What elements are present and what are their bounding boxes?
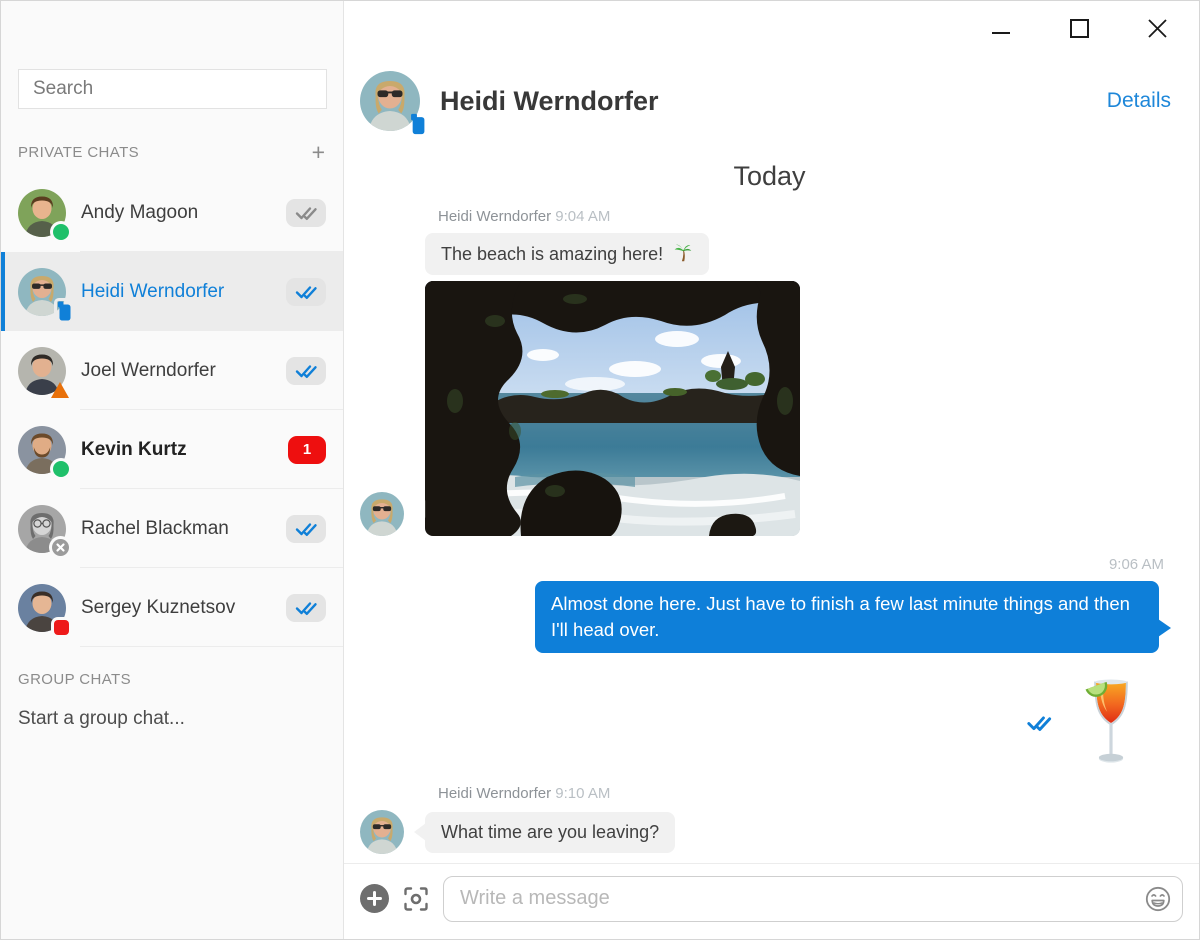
read-receipt-badge [286,278,326,306]
sidebar-item-heidi-werndorfer[interactable]: Heidi Werndorfer [1,252,343,331]
search-input[interactable] [18,69,327,109]
message-meta: Heidi Werndorfer 9:04 AM [438,208,1179,225]
avatar [360,492,404,536]
message-input[interactable] [443,876,1183,922]
avatar [18,189,66,237]
double-check-icon [295,363,318,379]
outgoing-emoji-message [360,675,1179,771]
status-offline-icon [52,539,69,556]
beach-photo [425,281,800,536]
message-sender: Heidi Werndorfer [438,785,551,802]
message-sender: Heidi Werndorfer [438,208,551,225]
date-separator: Today [360,161,1179,192]
bubble-tail [414,823,426,841]
contact-name: Kevin Kurtz [81,439,288,461]
delivered-receipt-badge [286,199,326,227]
status-away-icon [51,382,69,398]
message-meta: Heidi Werndorfer 9:10 AM [438,785,1179,802]
app-window: PRIVATE CHATS + Andy Magoon [0,0,1200,940]
incoming-message: What time are you leaving? [360,810,1179,854]
bubble-tail [1158,619,1171,637]
emoji-picker-button[interactable] [1144,885,1172,913]
chat-list: Andy Magoon [1,173,343,647]
private-chats-label: PRIVATE CHATS [18,144,139,161]
avatar [18,268,66,316]
close-button[interactable] [1146,17,1168,39]
avatar [18,347,66,395]
message-time: 9:06 AM [360,556,1179,573]
minimize-button[interactable] [990,17,1012,39]
add-chat-button[interactable]: + [312,143,325,161]
avatar [360,810,404,854]
palm-tree-emoji [672,242,693,263]
bubble-tail [425,500,426,518]
group-chats-header: GROUP CHATS [18,671,326,688]
sidebar-item-andy-magoon[interactable]: Andy Magoon [1,173,343,252]
tropical-drink-emoji [1083,675,1139,771]
private-chats-header: PRIVATE CHATS + [18,143,325,161]
contact-name: Heidi Werndorfer [81,281,286,303]
add-attachment-button[interactable] [360,884,389,913]
window-controls [990,15,1168,41]
camera-capture-icon [402,885,430,913]
read-receipt-badge [286,594,326,622]
composer [344,863,1199,939]
close-icon [1147,18,1168,39]
sidebar-item-rachel-blackman[interactable]: Rachel Blackman [1,489,343,568]
incoming-image-message [360,281,1179,536]
avatar [18,426,66,474]
avatar [18,584,66,632]
incoming-message-bubble: What time are you leaving? [425,812,675,853]
double-check-icon [295,284,318,300]
start-group-chat-link[interactable]: Start a group chat... [18,708,326,730]
capture-button[interactable] [401,884,431,914]
sidebar-item-sergey-kuznetsov[interactable]: Sergey Kuznetsov [1,568,343,647]
incoming-message-bubble: The beach is amazing here! [425,233,709,275]
read-receipt-badge [286,515,326,543]
chat-avatar[interactable] [360,71,420,131]
contact-name: Sergey Kuznetsov [81,597,286,619]
plus-icon [367,891,382,906]
message-time: 9:04 AM [555,208,610,225]
status-mobile-icon [57,301,72,321]
status-busy-icon [54,620,69,635]
message-time: 9:10 AM [555,785,610,802]
details-link[interactable]: Details [1107,89,1171,113]
double-check-icon [295,600,318,616]
chat-panel: Heidi Werndorfer Details Today Heidi Wer… [344,1,1199,939]
double-check-icon [295,205,318,221]
outgoing-message-bubble: Almost done here. Just have to finish a … [535,581,1159,653]
smiley-icon [1144,885,1172,913]
contact-name: Joel Werndorfer [81,360,286,382]
maximize-button[interactable] [1068,17,1090,39]
status-online-icon [53,224,69,240]
page-title: Heidi Werndorfer [440,86,1107,117]
double-check-icon [295,521,318,537]
message-list: Today Heidi Werndorfer 9:04 AM The beach… [344,131,1199,863]
avatar [18,505,66,553]
read-receipt-badge [286,357,326,385]
sidebar-item-joel-werndorfer[interactable]: Joel Werndorfer [1,331,343,410]
unread-count-badge: 1 [288,436,326,464]
read-receipt-icon [1026,714,1053,732]
sidebar: PRIVATE CHATS + Andy Magoon [1,1,344,939]
photo-message[interactable] [425,281,800,536]
sidebar-item-kevin-kurtz[interactable]: Kevin Kurtz 1 [1,410,343,489]
contact-name: Rachel Blackman [81,518,286,540]
status-online-icon [53,461,69,477]
group-chats-label: GROUP CHATS [18,671,131,688]
contact-name: Andy Magoon [81,202,286,224]
